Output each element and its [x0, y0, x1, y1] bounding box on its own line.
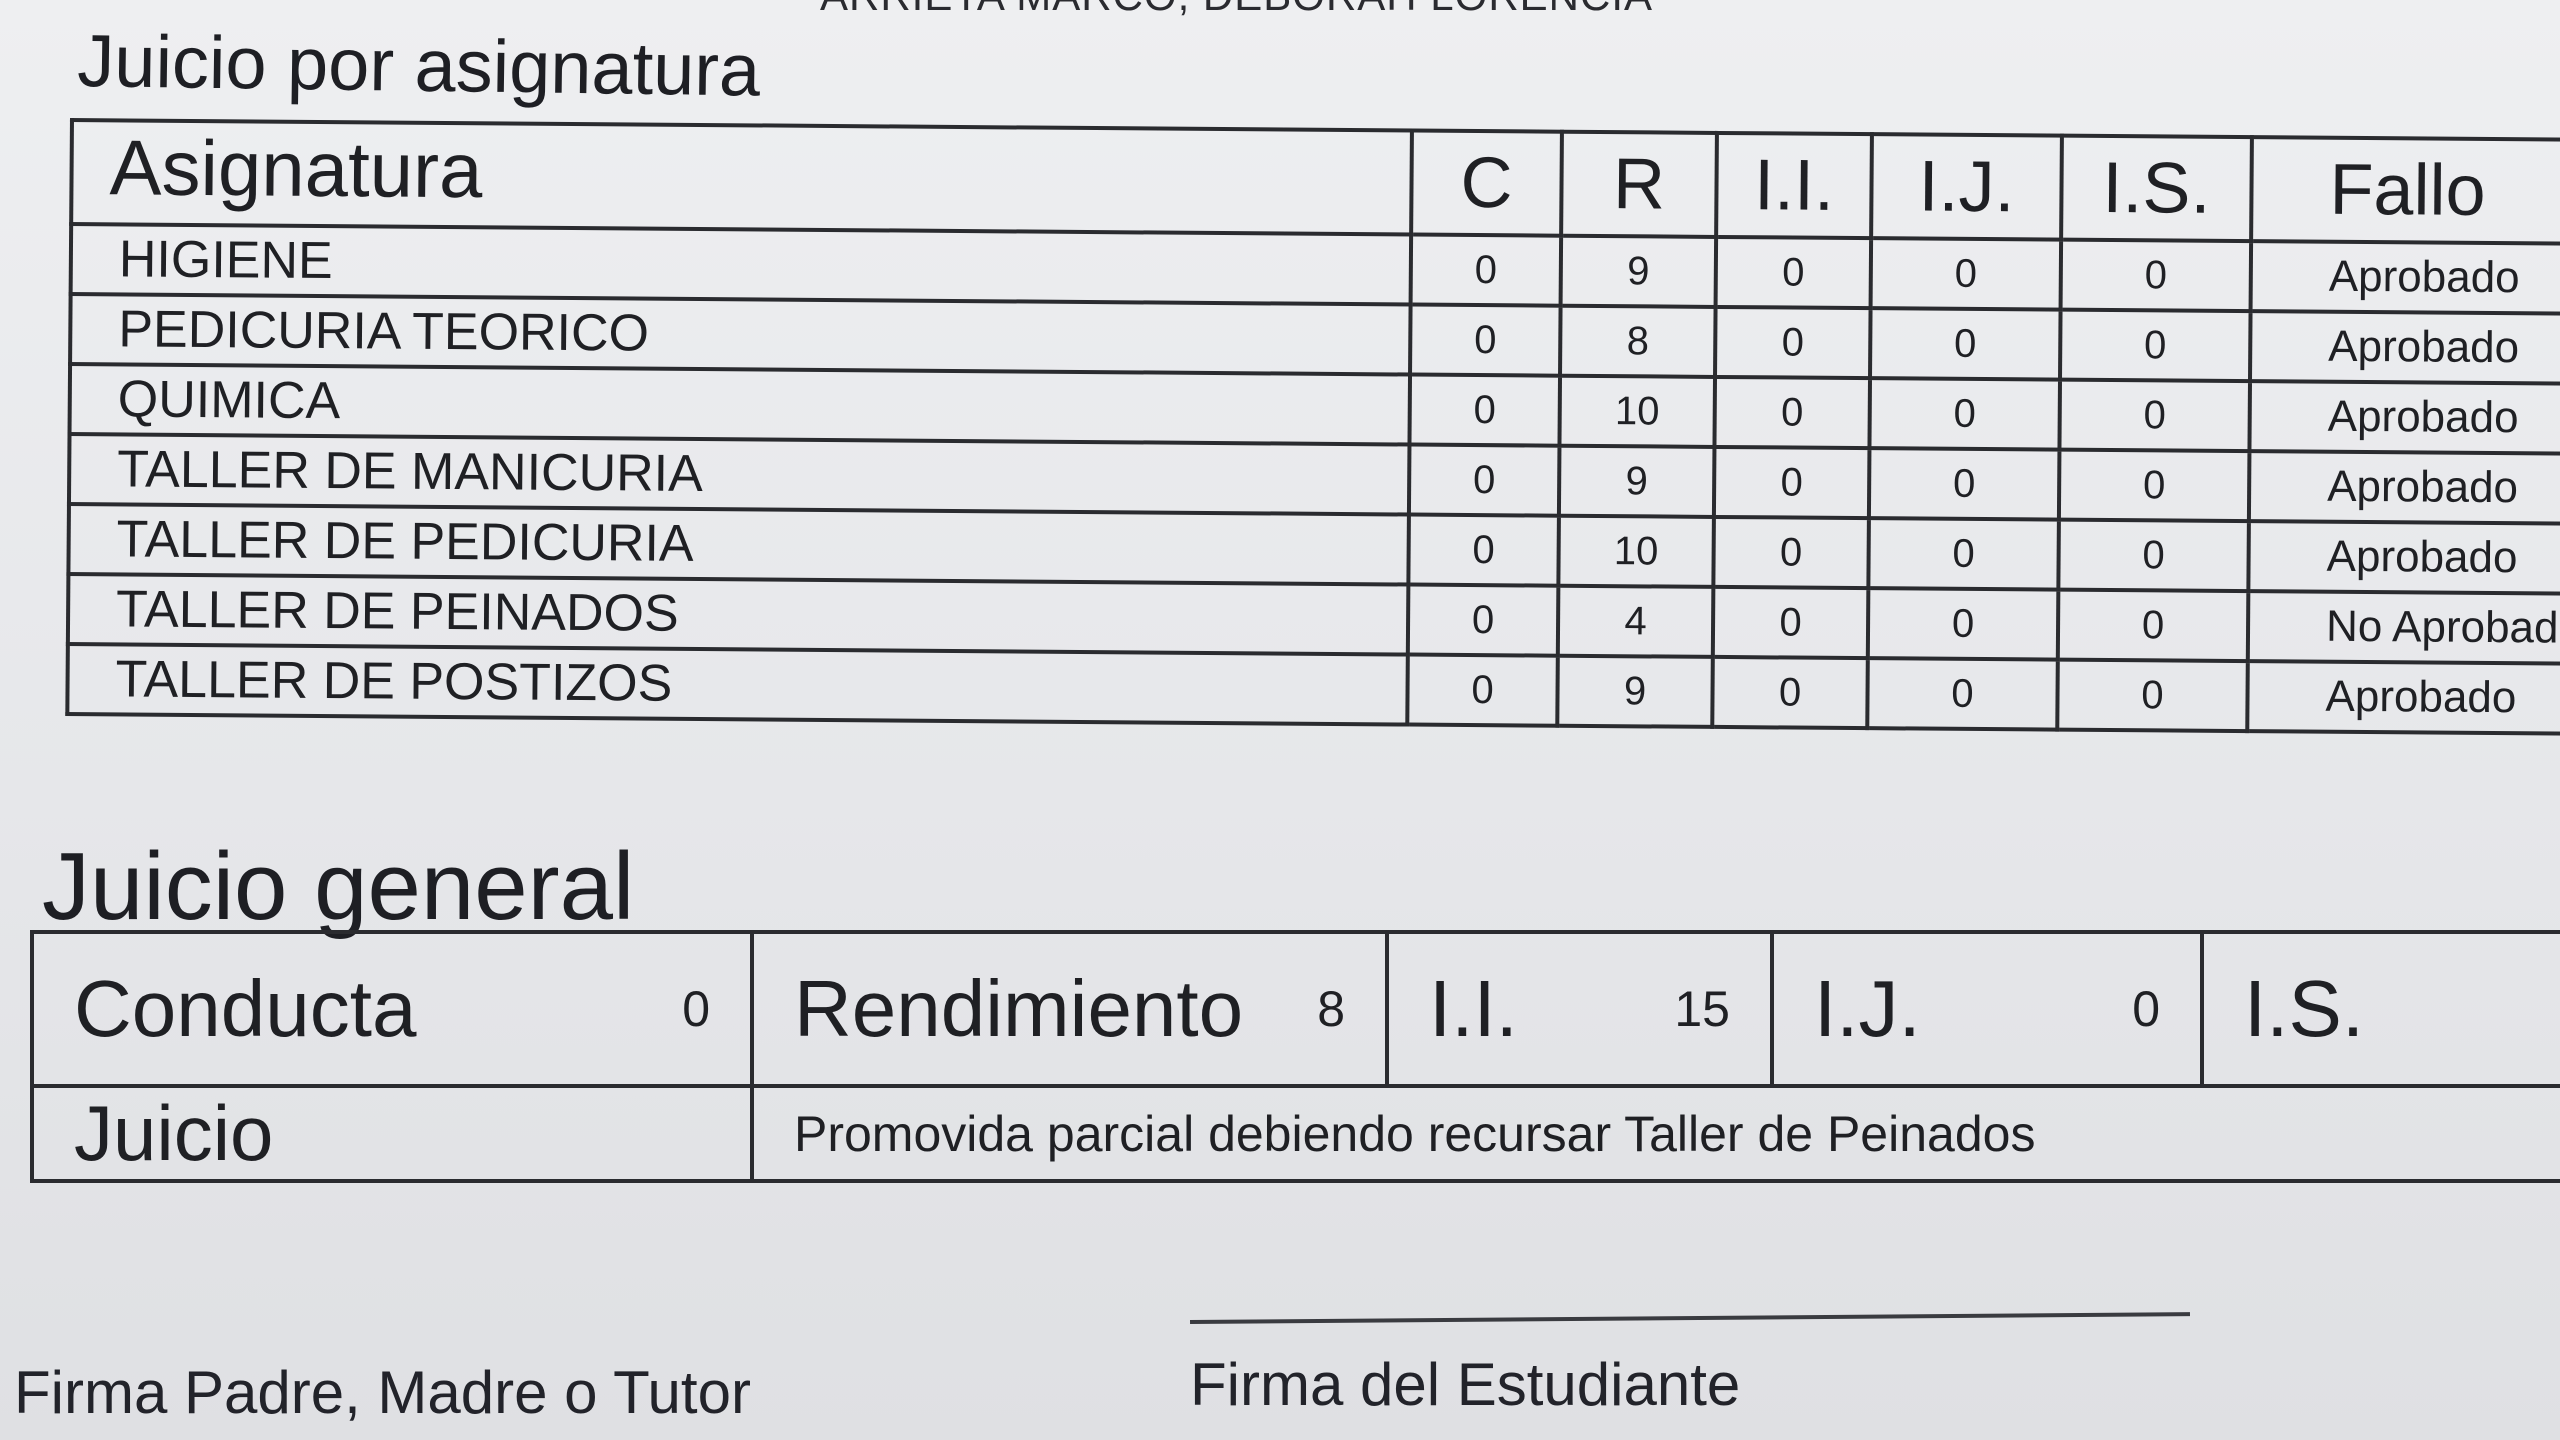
juicio-text: Promovida parcial debiendo recursar Tall… — [794, 1105, 2036, 1162]
grade-ij: 0 — [1869, 378, 2061, 450]
subject-name: TALLER DE PEINADOS — [67, 574, 1409, 655]
grade-ij: 0 — [1868, 448, 2060, 520]
ij-value: 0 — [2132, 981, 2160, 1037]
conducta-cell: Conducta 0 — [30, 930, 754, 1088]
subject-name: PEDICURIA TEORICO — [70, 294, 1411, 375]
result-fallo: Aprobado — [2250, 311, 2560, 385]
rendimiento-value: 8 — [1317, 981, 1345, 1037]
juicio-label-cell: Juicio — [30, 1084, 754, 1183]
grade-is: 0 — [2060, 239, 2252, 312]
grade-ii: 0 — [1714, 376, 1871, 449]
subjects-section-title: Juicio por asignatura — [76, 18, 761, 112]
report-card-sheet: ARRIETA MARCO, DEBORAH LORENCIA Juicio p… — [0, 0, 2560, 1440]
general-verdict-row: Juicio Promovida parcial debiendo recurs… — [30, 1084, 2560, 1183]
general-judgement-table: Conducta 0 Rendimiento 8 I.I. 15 I.J. 0 … — [30, 930, 2560, 1183]
conducta-value: 0 — [682, 981, 710, 1037]
grade-ij: 0 — [1870, 238, 2062, 310]
is-label: I.S. — [2244, 964, 2365, 1053]
general-section-title: Juicio general — [42, 833, 635, 940]
result-fallo: Aprobado — [2250, 241, 2560, 315]
grade-r: 8 — [1560, 305, 1716, 377]
grade-ij: 0 — [1867, 658, 2058, 730]
grade-c: 0 — [1407, 654, 1558, 726]
grade-is: 0 — [2058, 449, 2250, 522]
grade-ii: 0 — [1715, 236, 1872, 309]
result-fallo: Aprobado — [2248, 451, 2560, 525]
student-name-cut: ARRIETA MARCO, DEBORAH LORENCIA — [820, 0, 1653, 20]
subject-name: TALLER DE PEDICURIA — [68, 504, 1409, 585]
ij-label: I.J. — [1814, 964, 1921, 1053]
grade-ii: 0 — [1715, 306, 1871, 379]
table-header-row: Asignatura C R I.I. I.J. I.S. Fallo — [71, 120, 2560, 245]
ii-cell: I.I. 15 — [1385, 930, 1774, 1088]
grade-ii: 0 — [1712, 586, 1869, 659]
grade-ij: 0 — [1867, 588, 2059, 660]
grade-r: 9 — [1557, 655, 1713, 727]
juicio-text-cell: Promovida parcial debiendo recursar Tall… — [750, 1084, 2560, 1183]
ii-label: I.I. — [1429, 964, 1518, 1053]
grade-ii: 0 — [1713, 446, 1870, 519]
rendimiento-cell: Rendimiento 8 — [750, 930, 1389, 1088]
grade-is: 0 — [2057, 589, 2249, 662]
column-header-r: R — [1561, 131, 1717, 237]
grade-ij: 0 — [1870, 308, 2061, 380]
grade-c: 0 — [1407, 584, 1559, 656]
result-fallo: Aprobado — [2247, 661, 2560, 735]
student-signature-label: Firma del Estudiante — [1190, 1351, 1741, 1418]
subjects-grade-table: Asignatura C R I.I. I.J. I.S. Fallo HIGI… — [65, 118, 2560, 736]
student-signature-line — [1190, 1312, 2191, 1324]
grade-r: 9 — [1560, 235, 1717, 307]
grade-r: 10 — [1559, 375, 1716, 447]
juicio-label: Juicio — [74, 1089, 274, 1177]
subject-name: HIGIENE — [70, 224, 1412, 305]
grade-c: 0 — [1409, 374, 1561, 446]
ij-cell: I.J. 0 — [1770, 930, 2204, 1088]
grade-c: 0 — [1408, 514, 1559, 586]
column-header-is: I.S. — [2061, 135, 2252, 242]
ii-value: 15 — [1674, 981, 1730, 1037]
grade-ii: 0 — [1712, 656, 1868, 729]
result-fallo: Aprobado — [2248, 521, 2560, 595]
grade-ij: 0 — [1868, 518, 2059, 590]
parent-signature-label: Firma Padre, Madre o Tutor — [14, 1359, 751, 1426]
column-header-c: C — [1411, 130, 1562, 236]
is-cell: I.S. — [2200, 930, 2560, 1088]
column-header-ij: I.J. — [1871, 134, 2062, 240]
grade-is: 0 — [2057, 659, 2248, 732]
column-header-ii: I.I. — [1716, 132, 1872, 239]
grade-c: 0 — [1410, 304, 1561, 376]
grade-r: 4 — [1557, 585, 1714, 657]
grade-c: 0 — [1408, 444, 1560, 516]
conducta-label: Conducta — [74, 964, 417, 1053]
grade-is: 0 — [2060, 309, 2251, 382]
result-fallo: Aprobado — [2249, 381, 2560, 455]
grade-is: 0 — [2058, 519, 2249, 592]
result-fallo: No Aprobado — [2247, 591, 2560, 665]
subject-name: QUIMICA — [69, 364, 1411, 445]
rendimiento-label: Rendimiento — [794, 964, 1244, 1053]
grade-is: 0 — [2059, 379, 2251, 452]
column-header-fallo: Fallo — [2251, 137, 2560, 245]
subject-name: TALLER DE POSTIZOS — [67, 643, 1408, 725]
general-marks-row: Conducta 0 Rendimiento 8 I.I. 15 I.J. 0 … — [30, 930, 2560, 1088]
grade-r: 10 — [1558, 515, 1714, 587]
subject-name: TALLER DE MANICURIA — [68, 434, 1410, 515]
grade-c: 0 — [1410, 234, 1562, 306]
grade-ii: 0 — [1713, 516, 1869, 589]
grade-r: 9 — [1558, 445, 1715, 517]
column-header-asignatura: Asignatura — [71, 120, 1412, 235]
